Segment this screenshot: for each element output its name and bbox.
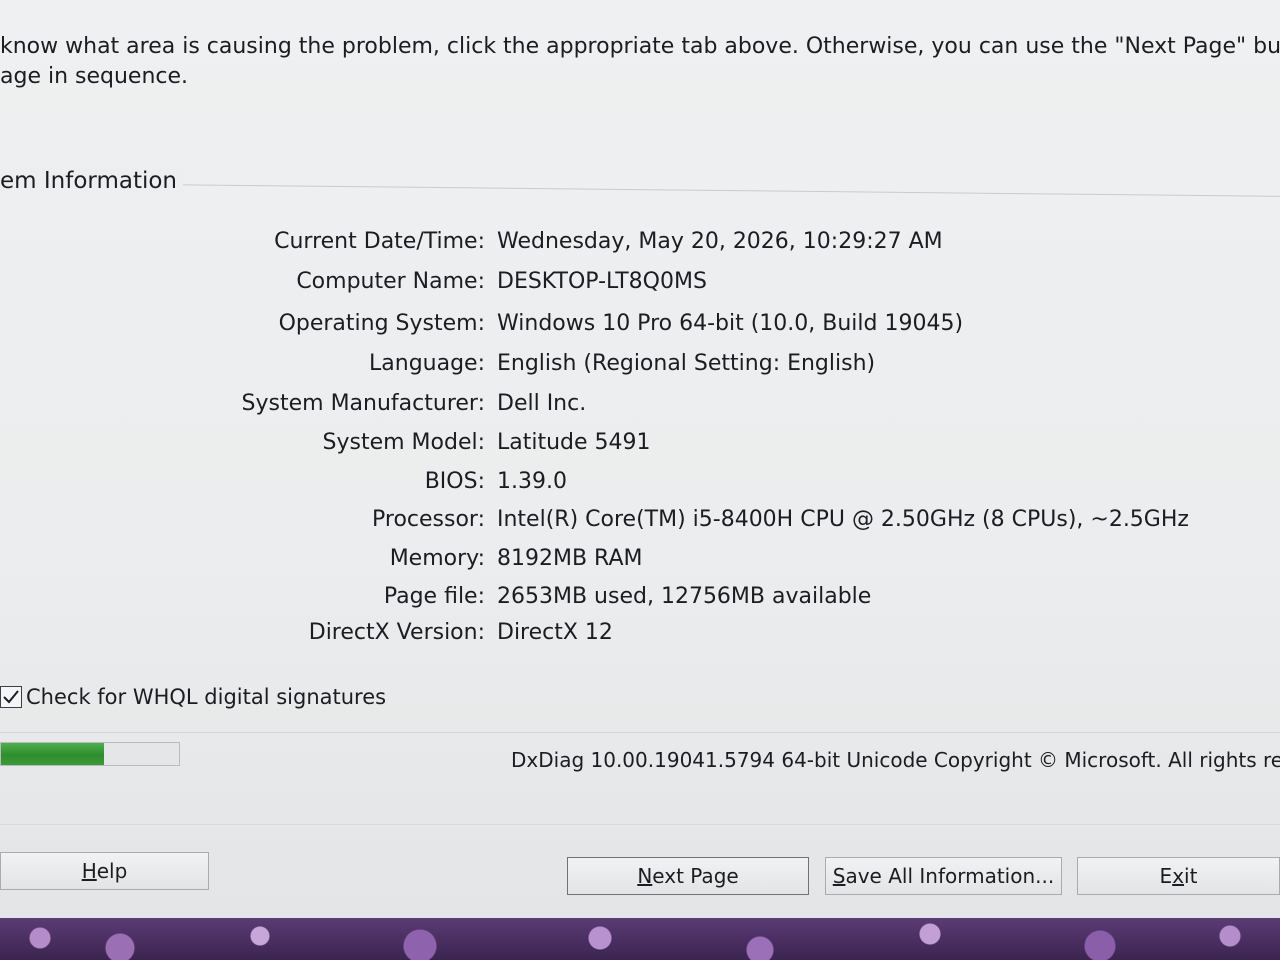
- button-label: ave All Information...: [845, 864, 1055, 888]
- info-value: DirectX 12: [497, 620, 613, 645]
- info-value: Wednesday, May 20, 2026, 10:29:27 AM: [497, 229, 943, 254]
- info-label: Operating System:: [278, 311, 485, 336]
- info-value: English (Regional Setting: English): [497, 351, 876, 376]
- info-row-bios: BIOS: 1.39.0: [0, 469, 1280, 509]
- info-label: BIOS:: [424, 469, 485, 494]
- info-row-processor: Processor: Intel(R) Core(TM) i5-8400H CP…: [0, 507, 1280, 547]
- info-label: Computer Name:: [296, 269, 485, 294]
- info-value: 2653MB used, 12756MB available: [497, 584, 872, 609]
- info-row-date-time: Current Date/Time: Wednesday, May 20, 20…: [0, 229, 1280, 269]
- info-label: DirectX Version:: [308, 620, 485, 645]
- dxdiag-window: know what area is causing the problem, c…: [0, 0, 1280, 918]
- divider: [0, 732, 1280, 733]
- info-label: Language:: [369, 351, 485, 376]
- whql-checkbox[interactable]: [0, 686, 22, 708]
- intro-line-2: age in sequence.: [0, 64, 189, 89]
- whql-checkbox-label: Check for WHQL digital signatures: [26, 685, 387, 709]
- info-row-page-file: Page file: 2653MB used, 12756MB availabl…: [0, 584, 1280, 624]
- save-all-information-button[interactable]: Save All Information...: [825, 857, 1062, 895]
- info-value: Latitude 5491: [497, 430, 651, 455]
- progress-bar-fill: [1, 743, 105, 765]
- checkmark-icon: [3, 690, 19, 704]
- mnemonic: H: [81, 859, 97, 883]
- info-label: Memory:: [389, 546, 485, 571]
- info-label: System Manufacturer:: [241, 391, 485, 416]
- info-label: Processor:: [372, 507, 485, 532]
- progress-bar: [0, 742, 180, 766]
- info-row-system-manufacturer: System Manufacturer: Dell Inc.: [0, 391, 1280, 431]
- info-row-operating-system: Operating System: Windows 10 Pro 64-bit …: [0, 311, 1280, 351]
- help-button[interactable]: Help: [0, 852, 209, 890]
- info-value: Intel(R) Core(TM) i5-8400H CPU @ 2.50GHz…: [497, 507, 1189, 532]
- divider: [0, 824, 1280, 825]
- info-row-computer-name: Computer Name: DESKTOP-LT8Q0MS: [0, 269, 1280, 309]
- button-label: ext Page: [652, 864, 739, 888]
- group-box-border: [149, 184, 1280, 197]
- info-value: Dell Inc.: [497, 391, 587, 416]
- info-value: Windows 10 Pro 64-bit (10.0, Build 19045…: [497, 311, 964, 336]
- version-copyright-text: DxDiag 10.00.19041.5794 64-bit Unicode C…: [511, 748, 1280, 772]
- system-information-group-title: em Information: [0, 168, 184, 194]
- button-label: elp: [96, 859, 128, 883]
- info-label: System Model:: [322, 430, 486, 455]
- exit-button[interactable]: Ex it: [1077, 857, 1280, 895]
- mnemonic: S: [832, 864, 846, 888]
- next-page-button[interactable]: Next Page: [567, 857, 809, 895]
- button-label: it: [1184, 864, 1198, 888]
- info-row-directx-version: DirectX Version: DirectX 12: [0, 620, 1280, 660]
- whql-checkbox-row[interactable]: Check for WHQL digital signatures: [0, 682, 386, 712]
- info-row-language: Language: English (Regional Setting: Eng…: [0, 351, 1280, 391]
- info-label: Current Date/Time:: [274, 229, 485, 254]
- info-row-system-model: System Model: Latitude 5491: [0, 430, 1280, 470]
- intro-text: know what area is causing the problem, c…: [0, 32, 1280, 92]
- info-value: DESKTOP-LT8Q0MS: [497, 269, 707, 294]
- button-label: E: [1159, 864, 1173, 888]
- mnemonic: x: [1172, 864, 1185, 888]
- info-row-memory: Memory: 8192MB RAM: [0, 546, 1280, 586]
- info-label: Page file:: [383, 584, 485, 609]
- info-value: 1.39.0: [497, 469, 567, 494]
- info-value: 8192MB RAM: [497, 546, 643, 571]
- mnemonic: N: [637, 864, 653, 888]
- desk-background: [0, 918, 1280, 960]
- intro-line-1: know what area is causing the problem, c…: [0, 34, 1280, 59]
